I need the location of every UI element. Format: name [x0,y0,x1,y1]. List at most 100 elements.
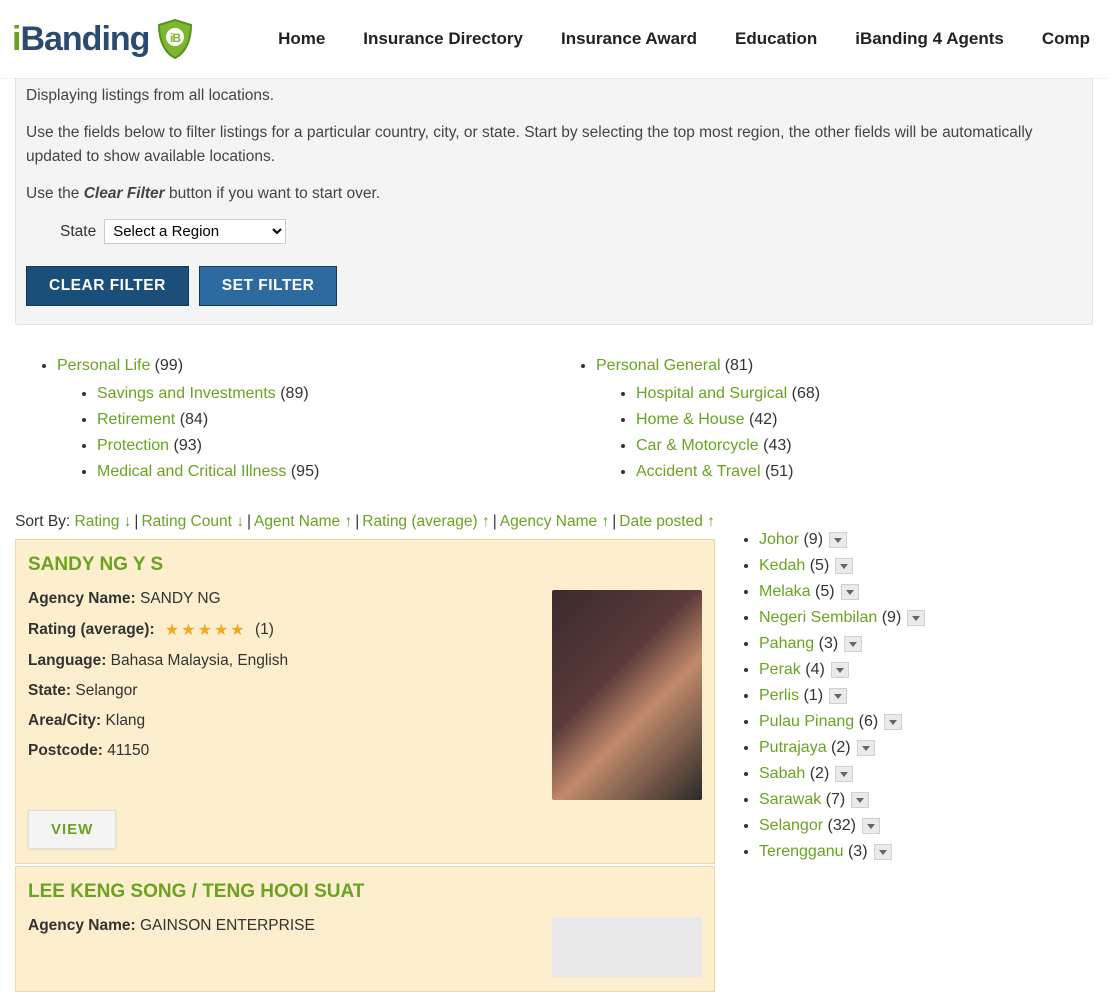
state-label: State [60,223,96,241]
state-list-item: Pulau Pinang (6) [759,713,965,731]
cat-link-retirement[interactable]: Retirement [97,411,175,428]
state-list-item: Perak (4) [759,661,965,679]
sort-link[interactable]: Rating Count ↓ [141,513,244,530]
nav-compare[interactable]: Comp [1042,29,1090,49]
star-icon: ★ [214,620,228,640]
cat-col-right: Personal General (81) Hospital and Surgi… [554,357,1093,489]
cat-personal-general[interactable]: Personal General [596,357,721,374]
cat-link-protection[interactable]: Protection [97,437,169,454]
cat-subitem: Protection (93) [97,437,554,455]
logo-text-banding: Banding [20,20,149,59]
dropdown-icon[interactable] [884,714,902,730]
cat-link-medical-and-critical-illness[interactable]: Medical and Critical Illness [97,463,286,480]
nav-ibanding-4-agents[interactable]: iBanding 4 Agents [855,29,1004,49]
main-nav: Home Insurance Directory Insurance Award… [278,29,1090,49]
logo-text-i: i [12,20,20,59]
state-list-item: Kedah (5) [759,557,965,575]
nav-education[interactable]: Education [735,29,817,49]
dropdown-icon[interactable] [829,688,847,704]
clear-filter-button[interactable]: CLEAR FILTER [26,266,189,306]
state-link-melaka[interactable]: Melaka [759,583,811,600]
state-link-sabah[interactable]: Sabah [759,765,805,782]
dropdown-icon[interactable] [857,740,875,756]
cat-col-left: Personal Life (99) Savings and Investmen… [15,357,554,489]
listing-card: SANDY NG Y SAgency Name: SANDY NGRating … [15,539,715,864]
state-list-item: Pahang (3) [759,635,965,653]
state-link-perak[interactable]: Perak [759,661,801,678]
nav-insurance-directory[interactable]: Insurance Directory [363,29,523,49]
cat-subitem: Accident & Travel (51) [636,463,1093,481]
cat-link-savings-and-investments[interactable]: Savings and Investments [97,385,276,402]
star-rating: ★★★★★ [165,620,245,640]
dropdown-icon[interactable] [835,766,853,782]
state-link-kedah[interactable]: Kedah [759,557,805,574]
state-link-pahang[interactable]: Pahang [759,635,814,652]
cat-subitem: Home & House (42) [636,411,1093,429]
cat-subitem: Medical and Critical Illness (95) [97,463,554,481]
listing-title[interactable]: SANDY NG Y S [28,554,702,576]
state-list-item: Negeri Sembilan (9) [759,609,965,627]
view-button[interactable]: VIEW [28,810,116,849]
set-filter-button[interactable]: SET FILTER [199,266,338,306]
category-columns: Personal Life (99) Savings and Investmen… [0,325,1108,513]
state-link-terengganu[interactable]: Terengganu [759,843,844,860]
filter-panel: Displaying listings from all locations. … [15,65,1093,325]
star-icon: ★ [165,620,179,640]
star-icon: ★ [198,620,212,640]
cat-link-accident-travel[interactable]: Accident & Travel [636,463,761,480]
state-list-item: Sarawak (7) [759,791,965,809]
cat-personal-life[interactable]: Personal Life [57,357,150,374]
cat-subitem: Retirement (84) [97,411,554,429]
cat-subitem: Hospital and Surgical (68) [636,385,1093,403]
listing-field: Language: Bahasa Malaysia, English [28,652,530,670]
state-select[interactable]: Select a Region [104,219,286,244]
nav-home[interactable]: Home [278,29,325,49]
cat-subitem: Savings and Investments (89) [97,385,554,403]
shield-icon: iB [153,17,197,61]
dropdown-icon[interactable] [831,662,849,678]
dropdown-icon[interactable] [835,558,853,574]
state-link-selangor[interactable]: Selangor [759,817,823,834]
filter-desc-2: Use the fields below to filter listings … [26,121,1082,168]
nav-insurance-award[interactable]: Insurance Award [561,29,697,49]
state-sidebar: Johor (9) Kedah (5) Melaka (5) Negeri Sembi… [735,513,965,994]
star-icon: ★ [181,620,195,640]
listing-card: LEE KENG SONG / TENG HOOI SUAT Agency Nam… [15,866,715,992]
cat-link-car-motorcycle[interactable]: Car & Motorcycle [636,437,759,454]
state-list-item: Selangor (32) [759,817,965,835]
agent-photo [552,917,702,977]
state-list-item: Johor (9) [759,531,965,549]
cat-link-hospital-and-surgical[interactable]: Hospital and Surgical [636,385,787,402]
dropdown-icon[interactable] [907,610,925,626]
state-link-perlis[interactable]: Perlis [759,687,799,704]
dropdown-icon[interactable] [829,532,847,548]
dropdown-icon[interactable] [874,844,892,860]
dropdown-icon[interactable] [844,636,862,652]
filter-desc-3: Use the Clear Filter button if you want … [26,182,1082,205]
cat-link-home-house[interactable]: Home & House [636,411,745,428]
listing-title[interactable]: LEE KENG SONG / TENG HOOI SUAT [28,881,702,903]
logo[interactable]: iBanding iB [12,17,197,61]
sort-link[interactable]: Agency Name ↑ [500,513,609,530]
state-link-negeri-sembilan[interactable]: Negeri Sembilan [759,609,877,626]
state-link-sarawak[interactable]: Sarawak [759,791,821,808]
state-link-putrajaya[interactable]: Putrajaya [759,739,827,756]
sort-link[interactable]: Date posted ↑ [619,513,715,530]
state-link-johor[interactable]: Johor [759,531,799,548]
state-list-item: Melaka (5) [759,583,965,601]
dropdown-icon[interactable] [862,818,880,834]
sort-link[interactable]: Rating ↓ [75,513,132,530]
dropdown-icon[interactable] [851,792,869,808]
listing-field: Agency Name: SANDY NG [28,590,530,608]
cat-subitem: Car & Motorcycle (43) [636,437,1093,455]
dropdown-icon[interactable] [841,584,859,600]
star-icon: ★ [230,620,244,640]
listing-field: Agency Name: GAINSON ENTERPRISE [28,917,530,935]
state-link-pulau-pinang[interactable]: Pulau Pinang [759,713,854,730]
listing-field: Postcode: 41150 [28,742,530,760]
sort-link[interactable]: Rating (average) ↑ [362,513,490,530]
svg-text:iB: iB [170,31,181,45]
sort-link[interactable]: Agent Name ↑ [254,513,352,530]
listing-field: Area/City: Klang [28,712,530,730]
state-list-item: Putrajaya (2) [759,739,965,757]
